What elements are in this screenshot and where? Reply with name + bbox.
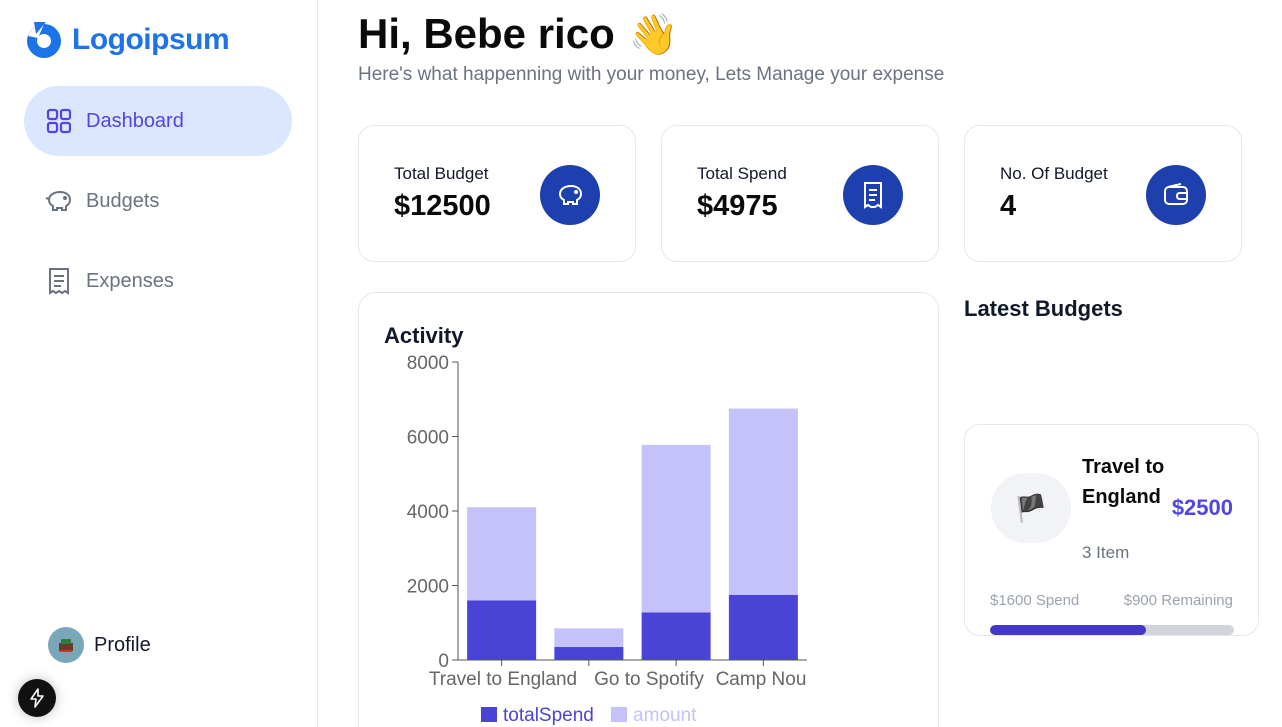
y-tick-label: 8000 bbox=[407, 353, 449, 374]
x-tick-label: Go to Spotify bbox=[594, 669, 704, 690]
legend-swatch bbox=[611, 707, 627, 722]
stat-value: $12500 bbox=[394, 190, 491, 222]
stat-card-budget-count: No. Of Budget 4 bbox=[964, 125, 1242, 262]
logo[interactable]: Logoipsum bbox=[24, 20, 230, 60]
bar-totalSpend bbox=[728, 594, 798, 660]
piggy-bank-icon bbox=[540, 165, 600, 225]
stat-label: No. Of Budget bbox=[1000, 164, 1108, 183]
legend-label: totalSpend bbox=[503, 705, 594, 726]
wallet-icon bbox=[1146, 165, 1206, 225]
subtitle: Here's what happenning with your money, … bbox=[358, 64, 945, 85]
greeting-heading: Hi, Bebe rico 👋 bbox=[358, 10, 679, 58]
budget-item-count: 3 Item bbox=[1082, 543, 1130, 562]
x-tick-label: Camp Nou bbox=[716, 669, 807, 690]
budget-spend: $1600 Spend bbox=[990, 592, 1080, 609]
budget-card[interactable]: 🏴 Travel to England 3 Item $2500 $1600 S… bbox=[964, 424, 1259, 636]
sidebar-item-label: Expenses bbox=[86, 269, 174, 292]
grid-icon bbox=[44, 106, 74, 136]
budget-name: Travel to England bbox=[1082, 456, 1165, 508]
avatar bbox=[48, 627, 84, 663]
bar-amount bbox=[641, 444, 711, 613]
brand-name: Logoipsum bbox=[72, 23, 230, 56]
sidebar-item-expenses[interactable]: Expenses bbox=[24, 246, 292, 316]
bar-amount bbox=[467, 507, 537, 601]
stat-label: Total Spend bbox=[697, 164, 787, 183]
bar-totalSpend bbox=[641, 612, 711, 660]
greeting-text: Hi, Bebe rico bbox=[358, 10, 615, 57]
flag-icon: 🏴 bbox=[991, 473, 1071, 543]
receipt-icon bbox=[843, 165, 903, 225]
logo-icon bbox=[27, 22, 61, 58]
piggy-bank-icon bbox=[44, 186, 74, 216]
x-tick-label: Travel to England bbox=[429, 669, 577, 690]
legend-label: amount bbox=[633, 705, 697, 726]
profile-label: Profile bbox=[94, 633, 151, 656]
budget-amount: $2500 bbox=[1171, 495, 1233, 520]
bar-amount bbox=[728, 408, 798, 595]
avatar-image bbox=[59, 639, 73, 652]
receipt-icon bbox=[44, 266, 74, 296]
y-tick-label: 4000 bbox=[407, 502, 449, 523]
latest-budgets-title: Latest Budgets bbox=[964, 296, 1123, 321]
activity-chart: 02000400060008000Travel to England Go to … bbox=[407, 353, 807, 726]
y-tick-label: 2000 bbox=[407, 577, 449, 598]
bar-totalSpend bbox=[467, 600, 537, 660]
bolt-icon bbox=[30, 688, 44, 708]
sidebar: Logoipsum Dashboard Budgets Expenses Pro… bbox=[0, 0, 318, 727]
budget-progress-fill bbox=[990, 625, 1147, 635]
legend-swatch bbox=[481, 707, 497, 722]
stat-value: $4975 bbox=[697, 190, 778, 222]
budget-progress bbox=[990, 625, 1234, 635]
stat-label: Total Budget bbox=[394, 164, 489, 183]
app-root: Logoipsum Dashboard Budgets Expenses Pro… bbox=[0, 0, 1282, 727]
sidebar-item-budgets[interactable]: Budgets bbox=[24, 166, 292, 236]
sidebar-item-label: Dashboard bbox=[86, 109, 184, 132]
y-tick-label: 6000 bbox=[407, 428, 449, 449]
wave-emoji: 👋 bbox=[628, 12, 679, 57]
stat-card-total-budget: Total Budget $12500 bbox=[358, 125, 636, 262]
profile-link[interactable]: Profile bbox=[48, 627, 151, 663]
stat-card-total-spend: Total Spend $4975 bbox=[661, 125, 939, 262]
budget-remaining: $900 Remaining bbox=[1123, 592, 1233, 609]
stat-value: 4 bbox=[1000, 190, 1017, 222]
bar-amount bbox=[554, 628, 624, 647]
sidebar-item-dashboard[interactable]: Dashboard bbox=[24, 86, 292, 156]
activity-card: Activity 0 2000 4000 6000 8000 Travel to Engl… bbox=[358, 292, 939, 727]
sidebar-item-label: Budgets bbox=[86, 189, 160, 212]
bolt-button[interactable] bbox=[18, 679, 56, 717]
bar-totalSpend bbox=[554, 646, 624, 660]
